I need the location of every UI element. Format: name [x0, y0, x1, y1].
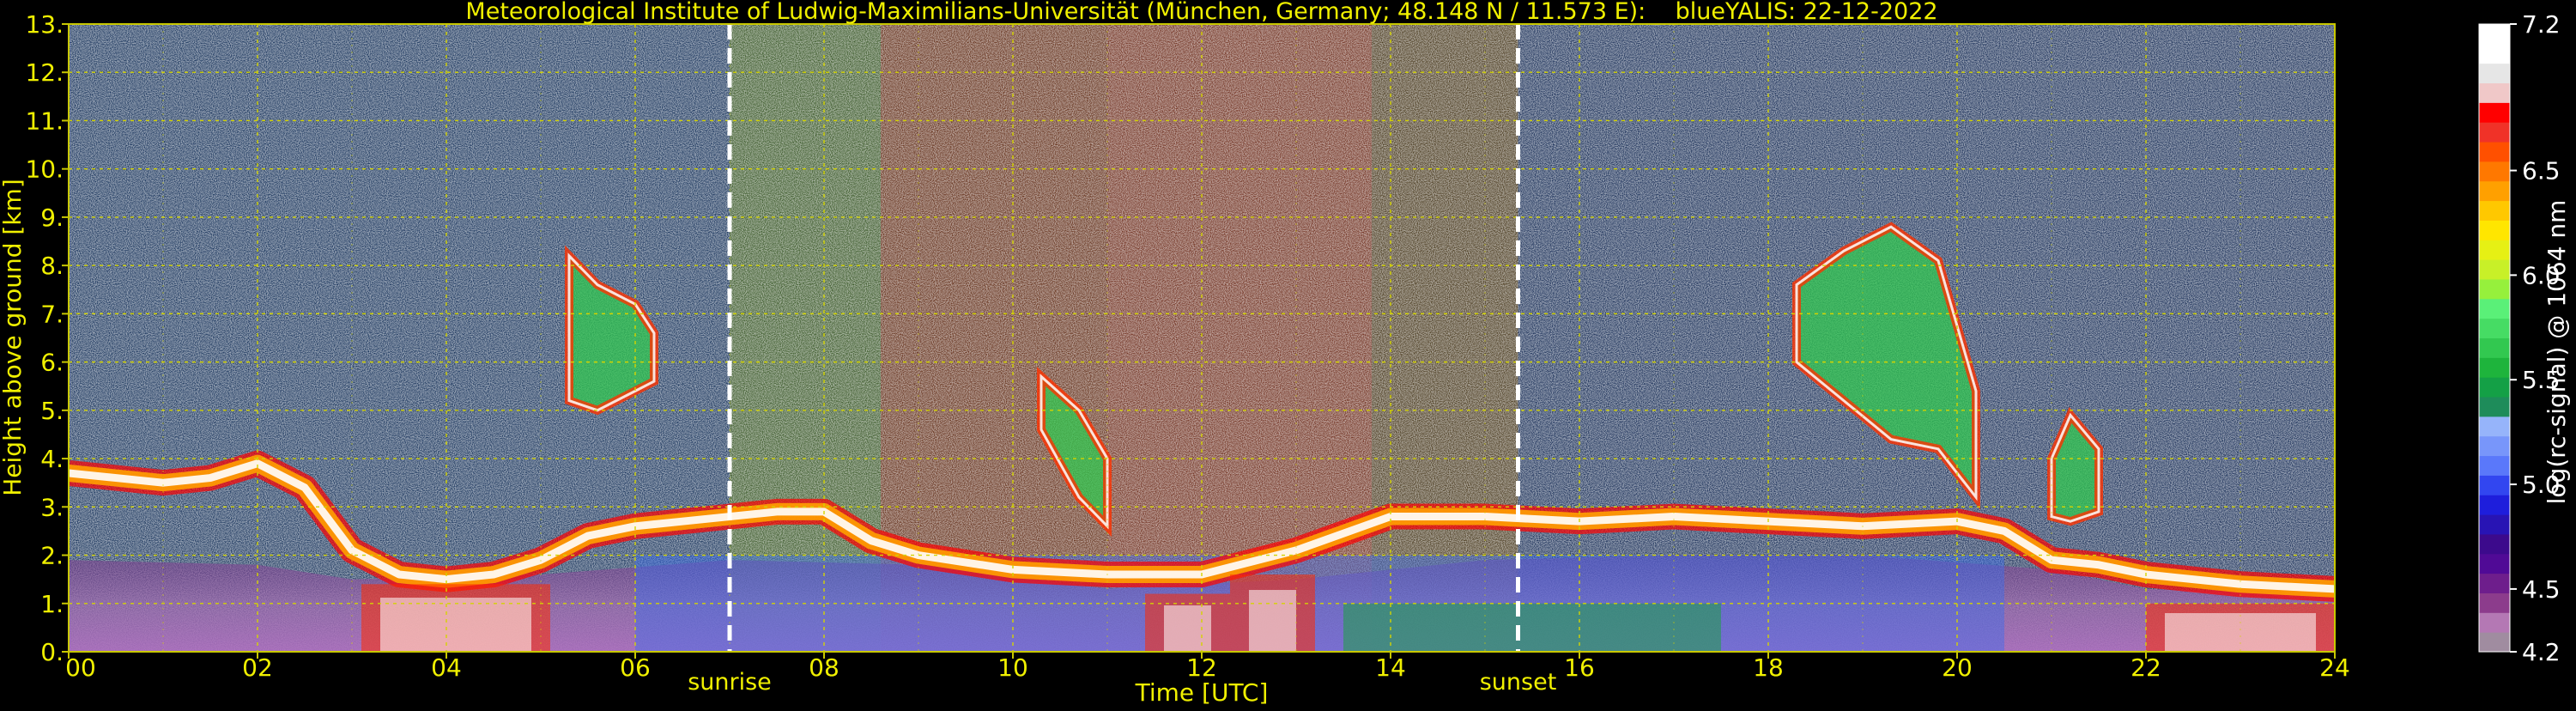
colorbar-segment-11 [2479, 416, 2510, 437]
y-tick-label-4: 4. [40, 445, 64, 473]
colorbar-segment-5 [2479, 533, 2510, 555]
colorbar-segment-24 [2479, 161, 2510, 182]
colorbar-segment-17 [2479, 298, 2510, 319]
y-tick-label-11: 11. [25, 106, 64, 135]
colorbar-segment-29 [2479, 63, 2510, 84]
ground-white-block-2 [1249, 590, 1296, 652]
y-axis-ticks: 0. 1. 2. 3. 4. 5. 6. 7. 8. 9. 10. 11. 12. 13. [25, 10, 69, 666]
x-tick-label-3: 06 [620, 653, 651, 682]
colorbar-segment-30 [2479, 43, 2510, 64]
y-tick-label-10: 10. [25, 155, 64, 184]
colorbar-segment-21 [2479, 220, 2510, 240]
colorbar-segment-13 [2479, 377, 2510, 398]
colorbar-segment-0 [2479, 632, 2510, 653]
x-tick-label-7: 14 [1375, 653, 1406, 682]
colorbar-segment-8 [2479, 475, 2510, 495]
chart-title: Meteorological Institute of Ludwig-Maxim… [465, 0, 1937, 25]
y-tick-label-3: 3. [40, 493, 64, 521]
colorbar-segment-15 [2479, 337, 2510, 358]
colorbar-tick-label-0: 7.2 [2522, 10, 2561, 39]
chart-svg: sunrise sunset 00 02 04 06 08 10 12 14 16 18 20 22 24… [0, 0, 2571, 707]
lidar-quicklook: sunrise sunset 00 02 04 06 08 10 12 14 16 18 20 22 24… [0, 0, 2576, 708]
x-tick-label-10: 20 [1942, 653, 1973, 682]
y-tick-label-1: 1. [40, 590, 64, 618]
ground-white-block-1 [1164, 605, 1211, 652]
colorbar-label: log(rc-signal) @ 1064 nm [2543, 200, 2571, 505]
colorbar-segment-22 [2479, 200, 2510, 221]
colorbar-segment-7 [2479, 495, 2510, 515]
colorbar-segment-3 [2479, 573, 2510, 593]
colorbar-segment-26 [2479, 122, 2510, 143]
x-axis-ticks: 00 02 04 06 08 10 12 14 16 18 20 22 24 [65, 652, 2350, 682]
marker-label-sunset: sunset [1480, 669, 1557, 696]
x-tick-label-2: 04 [431, 653, 462, 682]
colorbar-segment-28 [2479, 82, 2510, 103]
ground-white-block-0 [380, 598, 531, 652]
x-tick-label-5: 10 [997, 653, 1028, 682]
x-tick-label-11: 22 [2131, 653, 2161, 682]
y-tick-label-2: 2. [40, 542, 64, 570]
colorbar-tick-label-1: 6.5 [2522, 157, 2561, 185]
x-tick-label-0: 00 [65, 653, 96, 682]
colorbar-segment-12 [2479, 397, 2510, 417]
colorbar-segment-20 [2479, 240, 2510, 260]
colorbar-segment-14 [2479, 357, 2510, 378]
colorbar-tick-label-5: 4.5 [2522, 575, 2561, 604]
x-axis-label: Time [UTC] [1135, 678, 1269, 707]
x-tick-label-9: 18 [1753, 653, 1784, 682]
ground-blue-band [635, 555, 2004, 652]
marker-label-sunrise: sunrise [688, 669, 772, 696]
y-tick-label-12: 12. [25, 58, 64, 87]
x-tick-label-8: 16 [1564, 653, 1595, 682]
y-tick-label-7: 7. [40, 300, 64, 328]
colorbar-segment-4 [2479, 553, 2510, 574]
y-tick-label-6: 6. [40, 349, 64, 377]
colorbar-tick-label-6: 4.2 [2522, 638, 2561, 666]
y-tick-label-5: 5. [40, 397, 64, 425]
colorbar-segment-1 [2479, 612, 2510, 633]
colorbar-segment-16 [2479, 318, 2510, 338]
ground-white-block-3 [2165, 613, 2316, 652]
y-axis-label: Height above ground [km] [0, 179, 27, 496]
x-tick-label-1: 02 [242, 653, 273, 682]
colorbar-segment-23 [2479, 180, 2510, 202]
colorbar-segment-9 [2479, 455, 2510, 476]
colorbar-segment-25 [2479, 142, 2510, 162]
ground-green-band [1343, 603, 1721, 652]
y-tick-label-8: 8. [40, 252, 64, 280]
colorbar-segment-10 [2479, 435, 2510, 457]
colorbar-segment-18 [2479, 278, 2510, 300]
colorbar-segment-2 [2479, 592, 2510, 613]
colorbar-segment-31 [2479, 24, 2510, 45]
colorbar-segment-19 [2479, 259, 2510, 280]
colorbar-segment-27 [2479, 102, 2510, 123]
x-tick-label-12: 24 [2319, 653, 2350, 682]
x-tick-label-4: 08 [809, 653, 839, 682]
y-tick-label-0: 0. [40, 638, 64, 666]
y-tick-label-13: 13. [25, 10, 64, 39]
y-tick-label-9: 9. [40, 204, 64, 232]
colorbar-segment-6 [2479, 514, 2510, 535]
